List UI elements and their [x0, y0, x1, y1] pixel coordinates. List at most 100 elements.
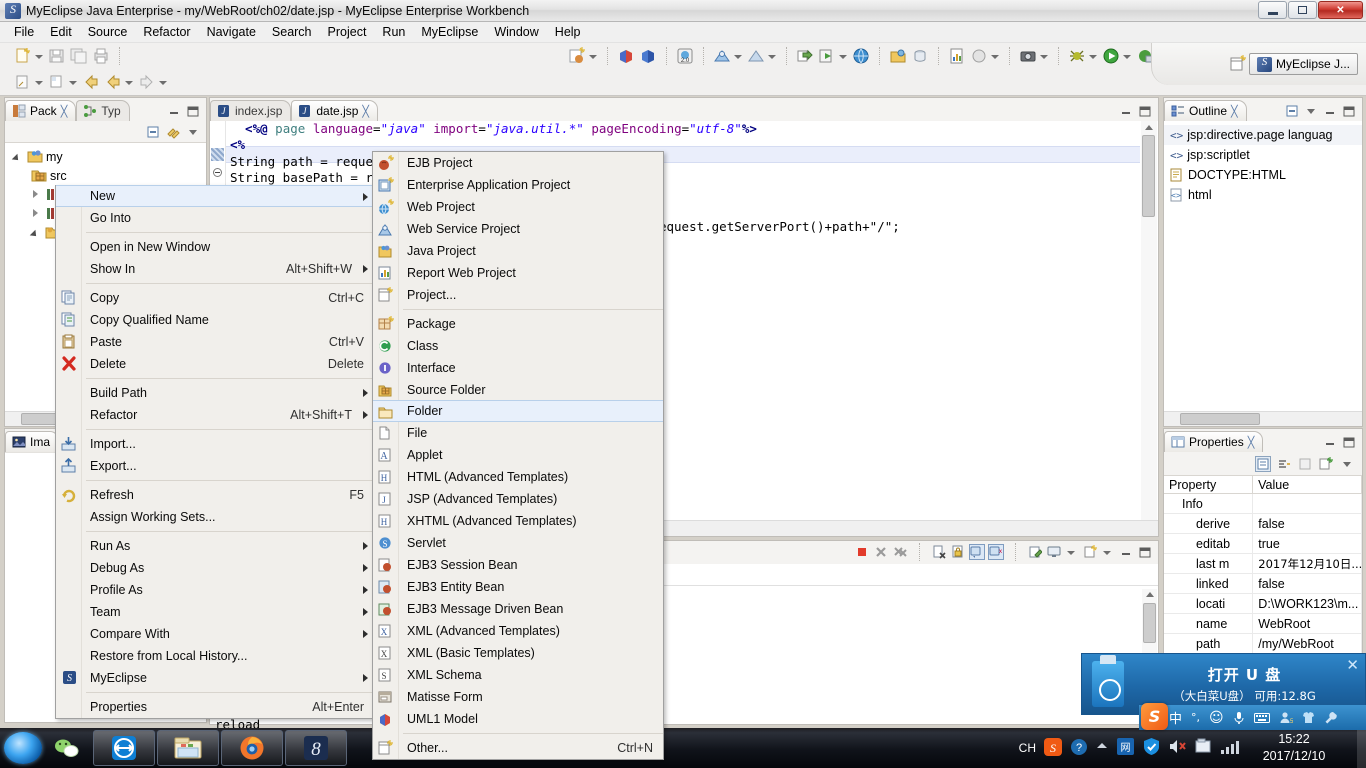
- close-button[interactable]: ✕: [1318, 1, 1363, 19]
- new-element-dropdown-icon[interactable]: [34, 73, 43, 91]
- new-wizard-icon[interactable]: [14, 47, 32, 65]
- fold-collapse-icon[interactable]: [213, 168, 222, 177]
- menu-navigate[interactable]: Navigate: [199, 23, 264, 41]
- menu-item-team[interactable]: Team: [56, 601, 374, 623]
- minimize-view-icon[interactable]: [167, 104, 181, 118]
- menu-item-source-folder[interactable]: Source Folder: [373, 379, 663, 401]
- menu-item-copy[interactable]: Copy Ctrl+C: [56, 287, 374, 309]
- menu-item-interface[interactable]: Interface: [373, 357, 663, 379]
- sogou-logo-icon[interactable]: S: [1141, 703, 1168, 730]
- view-menu-icon[interactable]: [1340, 457, 1354, 471]
- outline-item-html[interactable]: <> html: [1164, 185, 1362, 205]
- table-row[interactable]: editab true: [1164, 534, 1362, 554]
- menu-run[interactable]: Run: [374, 23, 413, 41]
- menu-item-build-path[interactable]: Build Path: [56, 382, 374, 404]
- web-service-explorer-dropdown-icon[interactable]: [767, 47, 776, 65]
- view-menu-icon[interactable]: [1304, 104, 1318, 118]
- open-console-icon[interactable]: [1083, 545, 1097, 559]
- menu-item-delete[interactable]: Delete Delete: [56, 353, 374, 375]
- menu-item-web-service-project[interactable]: Web Service Project: [373, 218, 663, 240]
- maximize-editor-icon[interactable]: [1138, 104, 1152, 118]
- back-dropdown-icon[interactable]: [124, 73, 133, 91]
- maximize-button[interactable]: [1288, 1, 1317, 19]
- outline-hscrollbar[interactable]: [1164, 411, 1362, 426]
- menu-item-myeclipse[interactable]: S MyEclipse: [56, 667, 374, 689]
- menu-item-show-in[interactable]: Show In Alt+Shift+W: [56, 258, 374, 280]
- tree-node-my[interactable]: my: [9, 147, 206, 166]
- run-dropdown-icon[interactable]: [1122, 47, 1131, 65]
- console-select-dropdown-icon[interactable]: [1066, 543, 1075, 561]
- menu-item-matisse-form[interactable]: Matisse Form: [373, 686, 663, 708]
- uml-new-icon[interactable]: [617, 47, 635, 65]
- open-console-dropdown-icon[interactable]: [1102, 543, 1111, 561]
- menu-item-project[interactable]: Project...: [373, 284, 663, 306]
- menu-help[interactable]: Help: [547, 23, 589, 41]
- menu-item-xhtml-advanced-templates[interactable]: H XHTML (Advanced Templates): [373, 510, 663, 532]
- show-advanced-icon[interactable]: [1277, 457, 1291, 471]
- maximize-view-icon[interactable]: [1342, 104, 1356, 118]
- forward-dropdown-icon[interactable]: [158, 73, 167, 91]
- menu-item-assign-working-sets[interactable]: Assign Working Sets...: [56, 506, 374, 528]
- menu-item-java-project[interactable]: Java Project: [373, 240, 663, 262]
- menu-refactor[interactable]: Refactor: [135, 23, 198, 41]
- new-java-package-icon[interactable]: [568, 47, 586, 65]
- menu-item-new[interactable]: New: [56, 185, 374, 207]
- editor-vertical-scrollbar[interactable]: [1141, 121, 1157, 536]
- new-wizard-dropdown-icon[interactable]: [34, 47, 43, 65]
- web-service-dropdown-icon[interactable]: [733, 47, 742, 65]
- ime-toolbar[interactable]: S 中 °, ☺ 5: [1139, 703, 1366, 730]
- maximize-console-icon[interactable]: [1138, 545, 1152, 559]
- close-icon[interactable]: ╳: [1248, 436, 1255, 449]
- clear-console-icon[interactable]: [932, 545, 946, 559]
- menu-item-class[interactable]: Class: [373, 335, 663, 357]
- show-console-on-output-icon[interactable]: [969, 544, 985, 560]
- signal-bars-icon[interactable]: [1220, 739, 1241, 758]
- perspective-myeclipse-java-button[interactable]: MyEclipse J...: [1248, 53, 1358, 75]
- menu-item-export[interactable]: Export...: [56, 455, 374, 477]
- expand-arrow-icon[interactable]: [13, 151, 24, 162]
- menu-item-enterprise-application-project[interactable]: Enterprise Application Project: [373, 174, 663, 196]
- table-row[interactable]: derive false: [1164, 514, 1362, 534]
- show-desktop-button[interactable]: [1357, 728, 1366, 768]
- new-web-service-icon[interactable]: [713, 47, 731, 65]
- maximize-view-icon[interactable]: [186, 104, 200, 118]
- view-menu-icon[interactable]: [186, 125, 200, 139]
- menu-item-debug-as[interactable]: Debug As: [56, 557, 374, 579]
- menu-item-package[interactable]: Package: [373, 313, 663, 335]
- ime-mode-chinese[interactable]: 中: [1169, 708, 1182, 727]
- menu-item-go-into[interactable]: Go Into: [56, 207, 374, 229]
- menu-item-xml-basic-templates[interactable]: X XML (Basic Templates): [373, 642, 663, 664]
- debug-icon[interactable]: [1068, 47, 1086, 65]
- ime-emoji-icon[interactable]: ☺: [1209, 710, 1224, 726]
- minimize-editor-icon[interactable]: [1119, 104, 1133, 118]
- menu-item-import[interactable]: Import...: [56, 433, 374, 455]
- menu-item-profile-as[interactable]: Profile As: [56, 579, 374, 601]
- new-java-dropdown-icon[interactable]: [588, 47, 597, 65]
- snapshot-dropdown-icon[interactable]: [1039, 47, 1048, 65]
- save-icon[interactable]: [48, 47, 66, 65]
- tree-node-src[interactable]: src: [9, 166, 206, 185]
- open-perspective-icon[interactable]: [889, 47, 907, 65]
- minimize-view-icon[interactable]: [1323, 435, 1337, 449]
- help-icon[interactable]: ?: [1070, 738, 1088, 759]
- table-row[interactable]: path /my/WebRoot: [1164, 634, 1362, 654]
- outline-tree[interactable]: <> jsp:directive.page languag <> jsp:scr…: [1164, 121, 1362, 205]
- display-selected-console-icon[interactable]: [1047, 545, 1061, 559]
- expand-arrow-icon[interactable]: [31, 227, 42, 238]
- explorer-tray-icon[interactable]: [1194, 738, 1213, 758]
- collapse-arrow-icon[interactable]: [31, 208, 42, 219]
- menu-item-open-in-new-window[interactable]: Open in New Window: [56, 236, 374, 258]
- table-row[interactable]: Info: [1164, 494, 1362, 514]
- outline-item-doctype-html[interactable]: DOCTYPE:HTML: [1164, 165, 1362, 185]
- menu-item-copy-qualified-name[interactable]: Copy Qualified Name: [56, 309, 374, 331]
- maximize-view-icon[interactable]: [1342, 435, 1356, 449]
- browser-icon[interactable]: [852, 47, 870, 65]
- menu-search[interactable]: Search: [264, 23, 320, 41]
- menu-item-ejb3-entity-bean[interactable]: EJB3 Entity Bean: [373, 576, 663, 598]
- menu-item-servlet[interactable]: S Servlet: [373, 532, 663, 554]
- menu-window[interactable]: Window: [486, 23, 546, 41]
- snapshot-icon[interactable]: [1019, 47, 1037, 65]
- taskbar-item-explorer[interactable]: [157, 730, 219, 766]
- new-submenu[interactable]: EJB Project Enterprise Application Proje…: [372, 151, 664, 760]
- table-row[interactable]: linked false: [1164, 574, 1362, 594]
